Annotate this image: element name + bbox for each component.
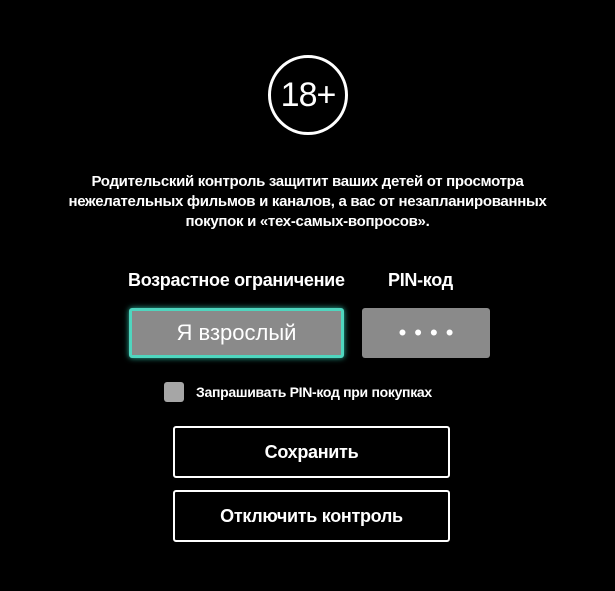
age-restriction-label: Возрастное ограничение <box>128 270 345 290</box>
description-text: Родительский контроль защитит ваших дете… <box>30 172 585 232</box>
age-restriction-value: Я взрослый <box>176 320 297 345</box>
age-rating-text: 18+ <box>280 75 337 114</box>
age-restriction-select[interactable]: Я взрослый <box>129 308 344 358</box>
save-button[interactable]: Сохранить <box>173 426 450 478</box>
description-line: нежелательных фильмов и каналов, а вас о… <box>68 193 547 210</box>
description-line: Родительский контроль защитит ваших дете… <box>91 173 524 190</box>
pin-label: PIN-код <box>388 270 453 290</box>
pin-masked-value: •••• <box>398 320 462 345</box>
purchase-pin-checkbox-label: Запрашивать PIN-код при покупках <box>196 384 432 400</box>
description-line: покупок и «тех-самых-вопросов». <box>185 213 430 230</box>
purchase-pin-checkbox-row[interactable]: Запрашивать PIN-код при покупках <box>164 381 432 403</box>
age-rating-badge: 18+ <box>268 55 348 135</box>
purchase-pin-checkbox[interactable] <box>164 382 184 402</box>
pin-input[interactable]: •••• <box>362 308 490 358</box>
disable-control-button[interactable]: Отключить контроль <box>173 490 450 542</box>
